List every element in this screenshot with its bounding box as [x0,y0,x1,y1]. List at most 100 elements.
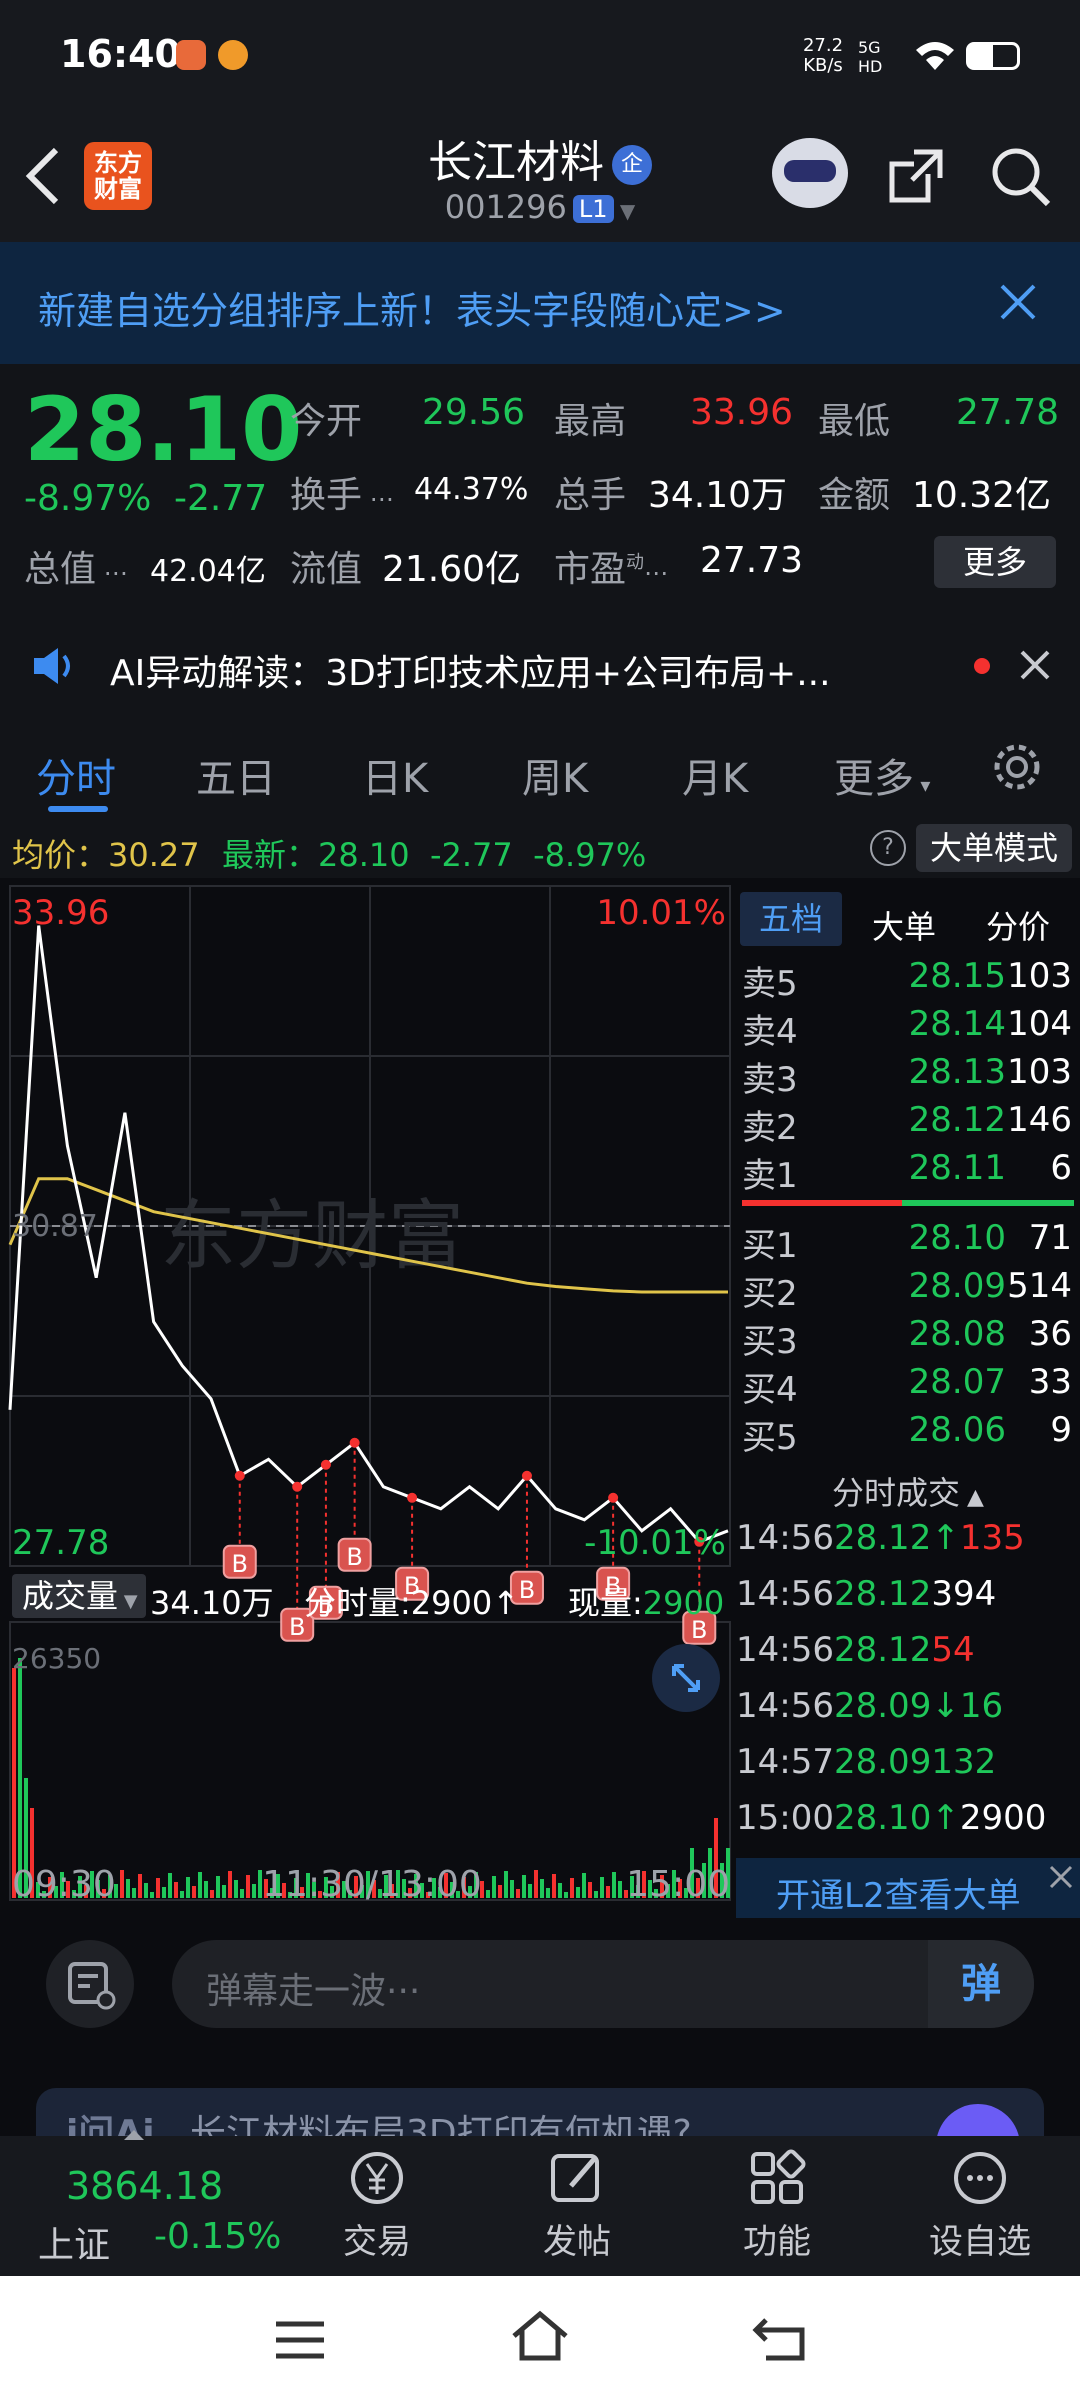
tab-more[interactable]: 更多 ▾ [834,746,930,804]
tab-five-day[interactable]: 五日 [196,746,276,804]
low-label: 最低 [818,401,891,442]
open-value: 29.56 [422,392,526,433]
buy-marker-dot [234,1470,245,1481]
banner-text[interactable]: 新建自选分组排序上新！表头字段随心定>> [38,280,786,335]
back-nav-icon[interactable] [752,2314,810,2364]
intraday-chart[interactable]: 东方财富 BBBBBBBB 33.96 10.01% 30.87 27.78 -… [0,878,736,1918]
signal-icon: 5G HD [858,38,883,76]
search-icon[interactable] [988,144,1052,208]
close-icon[interactable] [1018,648,1052,682]
tab-five-levels[interactable]: 五档 [740,892,842,946]
volume-bar [240,1889,244,1898]
svg-text:B: B [346,1543,362,1571]
share-icon[interactable] [884,144,948,208]
ai-insight-text[interactable]: AI异动解读：3D打印技术应用+公司布局+... [110,644,831,696]
buy-marker[interactable]: B [337,1537,372,1572]
turnover-label: 换手 ⋯ [290,475,394,516]
danmaku-input[interactable]: 弹幕走一波··· 弹 [172,1940,1034,2028]
expand-icon[interactable] [652,1644,720,1712]
danmaku-settings-icon[interactable] [46,1940,134,2028]
buy-marker-dot [320,1459,331,1470]
volume-bar [486,1890,490,1898]
volume-bar [552,1874,556,1898]
high-value: 33.96 [690,392,794,433]
add-watchlist-button[interactable]: 设自选 [910,2146,1050,2263]
index-change[interactable]: -0.15% [154,2216,281,2257]
svg-text:B: B [289,1613,305,1641]
more-dots-icon [954,2152,1006,2204]
trade-row: 14:5628.1254 [736,1630,975,1670]
mcap-value: 42.04亿 [150,554,266,589]
volume-indicator-select[interactable]: 成交量 ▼ [12,1574,146,1618]
tick-volume: 分时量:2900↑ [304,1584,520,1622]
post-button[interactable]: 发帖 [522,2146,632,2263]
close-icon[interactable] [1048,1864,1074,1890]
volume-bar [198,1872,202,1898]
system-nav-bar [0,2276,1080,2400]
l2-upgrade-banner[interactable]: 开通L2查看大单 [736,1858,1080,1918]
svg-text:B: B [519,1576,535,1604]
volume-bar [222,1885,226,1898]
home-icon[interactable] [510,2310,570,2364]
ai-insight-bar[interactable]: AI异动解读：3D打印技术应用+公司布局+... [0,616,1080,714]
order-book-panel: 五档 大单 分价 分时成交 ▲ 开通L2查看大单 卖5 28.15 103 卖4 28.… [736,878,1080,1918]
help-icon[interactable]: ? [870,830,906,866]
tab-intraday[interactable]: 分时 [36,746,116,804]
trade-row: 15:0028.10↑2900 [736,1798,1047,1838]
last-price-line: 最新：28.10 -2.77 -8.97% [222,836,647,874]
danmaku-send-button[interactable]: 弹 [928,1940,1034,2028]
volume-bar [204,1881,208,1898]
trade-button[interactable]: 交易 [322,2146,432,2263]
volume-bar [180,1891,184,1898]
volume-bar [558,1883,562,1898]
volume-bar [618,1881,622,1898]
bid-row: 买2 28.09 514 [742,1266,1072,1314]
volume-bar [582,1873,586,1898]
volume-label: 总手 [554,475,627,516]
tab-price-distribution[interactable]: 分价 [986,902,1050,948]
volume-bar [546,1888,550,1898]
buy-marker-dot [349,1437,360,1448]
status-time: 16:40 [60,32,181,76]
volume-bar [534,1870,538,1898]
robot-assistant-icon[interactable] [772,138,848,208]
functions-button[interactable]: 功能 [722,2146,832,2263]
volume-bar [564,1892,568,1898]
volume-bar [246,1875,250,1898]
more-button[interactable]: 更多 [934,536,1056,588]
app-notification-icon [176,40,206,70]
tab-daily-k[interactable]: 日K [362,746,428,804]
volume-bar [216,1876,220,1898]
big-order-mode-button[interactable]: 大单模式 [916,824,1072,872]
volume-bar [228,1871,232,1898]
buy-marker[interactable]: B [222,1544,257,1579]
expand-arrow-icon[interactable] [124,2130,144,2140]
volume-bar [510,1880,514,1898]
tab-monthly-k[interactable]: 月K [682,746,748,804]
volume-bar [162,1887,166,1898]
tab-big-orders[interactable]: 大单 [872,902,936,948]
bottom-pct-label: -10.01% [584,1523,726,1563]
tab-weekly-k[interactable]: 周K [522,746,588,804]
buy-marker-dot [407,1492,418,1503]
ask-row: 卖4 28.14 104 [742,1004,1072,1052]
close-icon[interactable] [998,282,1038,322]
promo-banner[interactable]: 新建自选分组排序上新！表头字段随心定>> [0,242,1080,364]
trades-title[interactable]: 分时成交 ▲ [736,1468,1080,1514]
l2-upgrade-text[interactable]: 开通L2查看大单 [776,1868,1021,1917]
volume-bar [522,1875,526,1898]
level-badge: L1 [572,195,614,223]
gear-icon[interactable] [990,740,1044,794]
ask-row: 卖2 28.12 146 [742,1100,1072,1148]
trade-row: 14:5728.09132 [736,1742,997,1782]
menu-icon[interactable] [272,2318,328,2362]
volume-total: 34.10万 [150,1584,274,1622]
index-name[interactable]: 上证 [38,2216,110,2268]
open-label: 今开 [290,401,363,442]
index-value[interactable]: 3864.18 [66,2164,223,2208]
mcap-label: 总值 ⋯ [24,549,128,590]
volume-bar [570,1878,574,1898]
buy-marker-dot [608,1492,619,1503]
wifi-icon [916,42,954,70]
bid-row: 买4 28.07 33 [742,1362,1072,1410]
